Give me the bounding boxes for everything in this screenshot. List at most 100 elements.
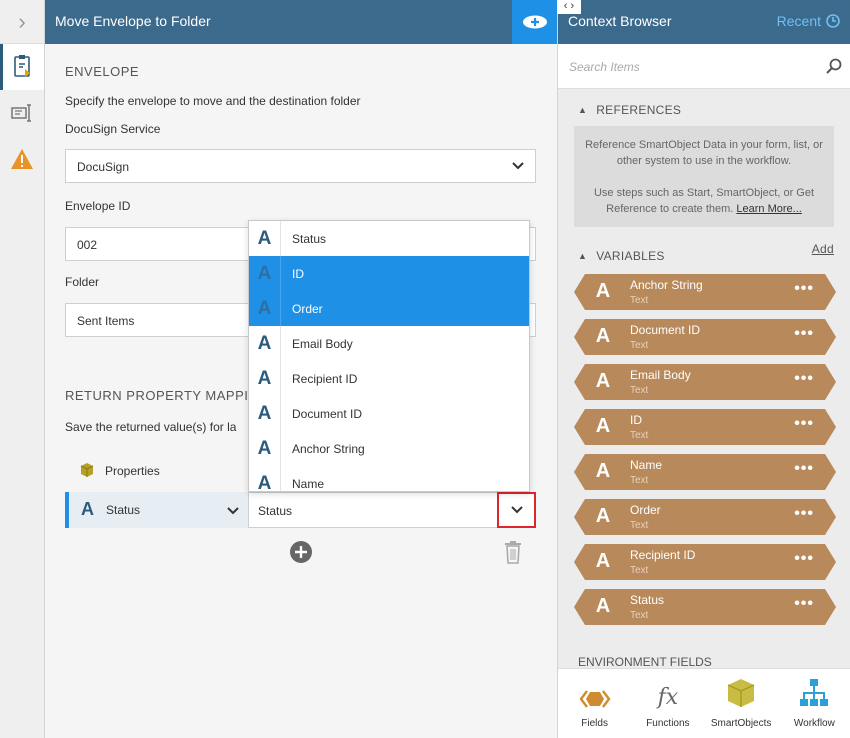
folder-value: Sent Items (77, 314, 135, 328)
status-target-select[interactable]: Status (248, 492, 536, 528)
text-type-icon: A (249, 431, 281, 466)
variable-item[interactable]: A Document ID Text ••• (574, 319, 836, 355)
more-options-icon[interactable]: ••• (794, 326, 814, 342)
text-type-icon: A (249, 466, 281, 491)
recent-button[interactable]: Recent (777, 13, 840, 29)
text-type-icon: A (595, 550, 611, 572)
toolbar-smartobjects[interactable]: SmartObjects (705, 669, 778, 738)
context-toolbar: Fields fx Functions SmartObjects Workflo… (558, 668, 850, 738)
collapse-arrow-icon: ▲ (578, 251, 588, 261)
toolbar-workflow[interactable]: Workflow (778, 669, 850, 738)
environment-fields-header[interactable]: ENVIRONMENT FIELDS (558, 657, 850, 668)
icon-rail: › (0, 0, 45, 738)
chevron-down-icon (512, 162, 524, 170)
variables-section-header[interactable]: ▲ VARIABLES Add (578, 242, 834, 268)
dropdown-option[interactable]: A Document ID (249, 396, 529, 431)
text-type-icon: A (595, 325, 611, 347)
text-type-icon: A (595, 460, 611, 482)
variable-item[interactable]: A Recipient ID Text ••• (574, 544, 836, 580)
panel-header: Move Envelope to Folder (45, 0, 557, 44)
trash-icon (505, 541, 521, 564)
text-type-icon: A (595, 595, 611, 617)
step-config-panel: Move Envelope to Folder ENVELOPE Specify… (45, 0, 557, 738)
rail-tab-properties[interactable] (0, 90, 44, 136)
fields-icon (579, 690, 611, 708)
text-type-icon: A (249, 326, 281, 361)
status-mapping-row[interactable]: A Status (65, 492, 248, 528)
dropdown-option[interactable]: A Status (249, 221, 529, 256)
dropdown-option[interactable]: A Anchor String (249, 431, 529, 466)
envelope-id-label: Envelope ID (65, 199, 131, 213)
folder-label: Folder (65, 275, 100, 289)
collapse-arrow-icon: ▲ (578, 105, 588, 115)
text-type-icon: A (595, 370, 611, 392)
text-type-icon: A (249, 396, 281, 431)
rail-tab-configure[interactable] (0, 44, 44, 90)
context-browser-header: Context Browser Recent (558, 0, 850, 44)
variable-item[interactable]: A ID Text ••• (574, 409, 836, 445)
more-options-icon[interactable]: ••• (794, 506, 814, 522)
rail-tab-warnings[interactable] (0, 136, 44, 182)
dropdown-option[interactable]: A Email Body (249, 326, 529, 361)
variable-item[interactable]: A Email Body Text ••• (574, 364, 836, 400)
text-type-icon: A (249, 221, 281, 256)
add-variable-link[interactable]: Add (812, 242, 834, 256)
text-type-icon: A (595, 415, 611, 437)
variable-item[interactable]: A Anchor String Text ••• (574, 274, 836, 310)
expand-chevron-icon[interactable]: › (0, 0, 44, 44)
return-mapping-title: RETURN PROPERTY MAPPIN (65, 388, 255, 403)
references-section-header[interactable]: ▲ REFERENCES (578, 98, 850, 122)
property-dropdown-list[interactable]: A Status A ID A Order A Email Body A Recipien… (248, 220, 530, 492)
service-select[interactable]: DocuSign (65, 149, 536, 183)
variable-item[interactable]: A Name Text ••• (574, 454, 836, 490)
variable-item[interactable]: A Status Text ••• (574, 589, 836, 625)
smartobject-icon (80, 463, 94, 477)
clock-icon (826, 14, 840, 28)
chevron-down-icon[interactable] (226, 504, 240, 518)
status-target-value: Status (258, 504, 293, 518)
service-label: DocuSign Service (65, 122, 161, 136)
more-options-icon[interactable]: ••• (794, 281, 814, 297)
text-type-icon: A (595, 505, 611, 527)
search-input[interactable]: Search Items (558, 44, 850, 89)
toolbar-fields[interactable]: Fields (558, 669, 631, 738)
dropdown-option[interactable]: A ID (249, 256, 529, 291)
text-type-icon: A (81, 499, 94, 519)
dropdown-option[interactable]: A Name (249, 466, 529, 491)
context-browser: Context Browser Recent Search Items ▲ RE… (557, 0, 850, 738)
more-options-icon[interactable]: ••• (794, 596, 814, 612)
search-placeholder: Search Items (569, 60, 640, 74)
properties-header: Properties (65, 451, 249, 491)
envelope-description: Specify the envelope to move and the des… (65, 94, 361, 108)
text-type-icon: A (595, 280, 611, 302)
smartobject-icon (727, 679, 755, 707)
return-mapping-description: Save the returned value(s) for la (65, 420, 237, 434)
context-browser-title: Context Browser (568, 13, 672, 29)
more-options-icon[interactable]: ••• (794, 461, 814, 477)
more-options-icon[interactable]: ••• (794, 371, 814, 387)
learn-more-link[interactable]: Learn More... (736, 203, 801, 215)
warning-icon (11, 149, 33, 169)
properties-icon (11, 104, 31, 122)
delete-mapping-button[interactable] (504, 540, 522, 569)
recent-label: Recent (776, 13, 821, 29)
text-type-icon: A (249, 256, 281, 291)
service-value: DocuSign (77, 160, 130, 174)
more-options-icon[interactable]: ••• (794, 416, 814, 432)
properties-label: Properties (105, 464, 160, 478)
text-type-icon: A (249, 361, 281, 396)
add-mapping-button[interactable] (289, 540, 313, 569)
envelope-section-title: ENVELOPE (65, 64, 140, 79)
add-icon (522, 15, 547, 29)
more-options-icon[interactable]: ••• (794, 551, 814, 567)
panel-resize-handle[interactable]: ‹ › (557, 0, 581, 14)
dropdown-option[interactable]: A Recipient ID (249, 361, 529, 396)
add-button[interactable] (512, 0, 557, 44)
variable-item[interactable]: A Order Text ••• (574, 499, 836, 535)
dropdown-toggle-button[interactable] (497, 492, 536, 528)
references-info: Reference SmartObject Data in your form,… (574, 126, 834, 227)
envelope-id-value: 002 (77, 238, 98, 252)
dropdown-option[interactable]: A Order (249, 291, 529, 326)
toolbar-functions[interactable]: fx Functions (631, 669, 704, 738)
status-row-label: Status (106, 503, 141, 517)
